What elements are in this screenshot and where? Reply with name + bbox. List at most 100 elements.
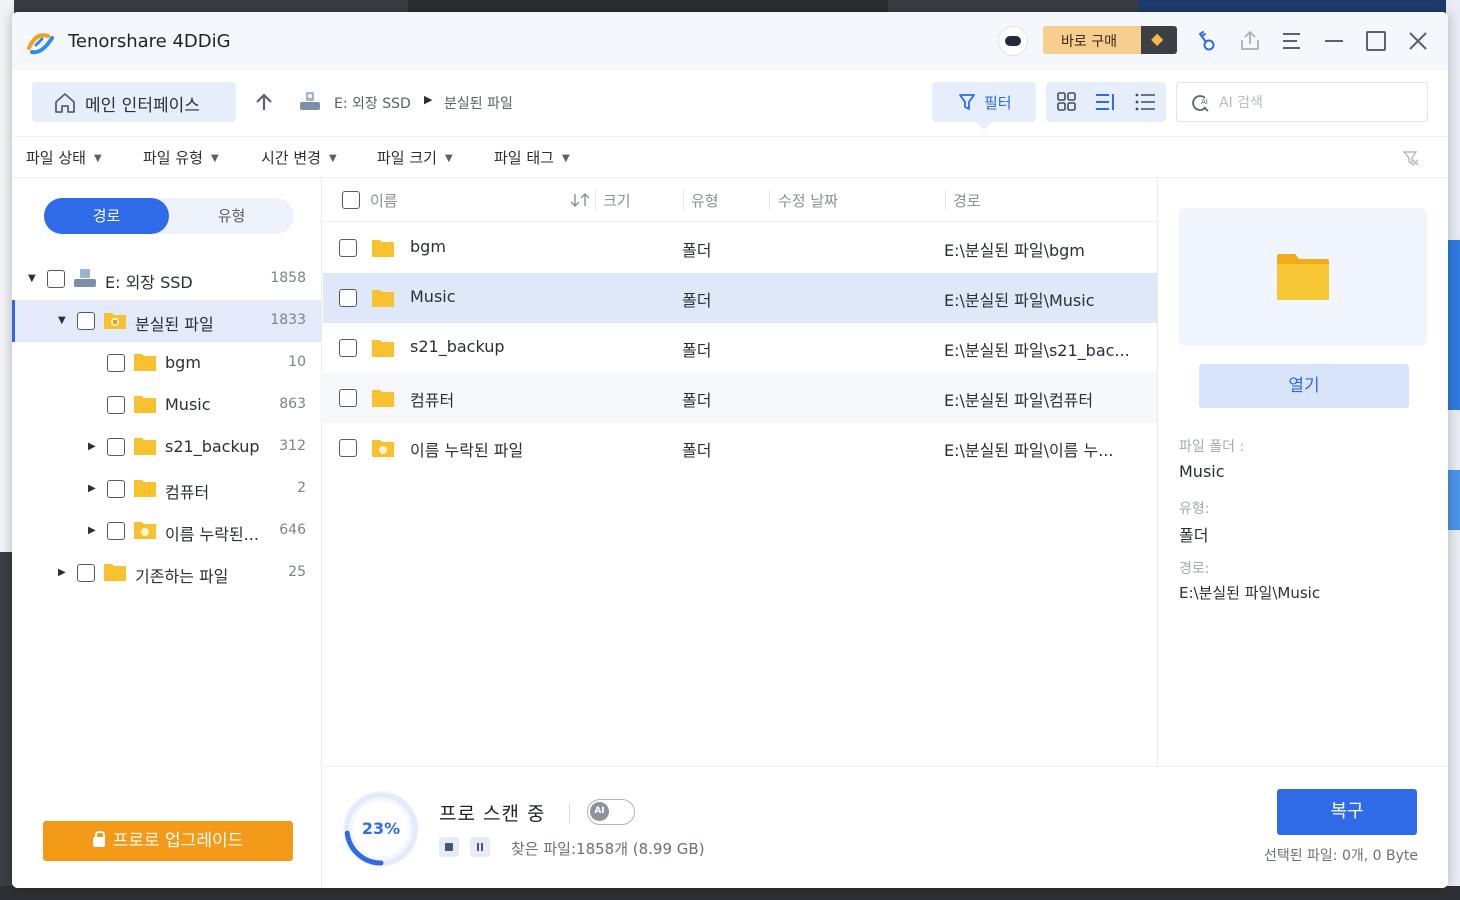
row-type: 폴더 xyxy=(682,391,712,410)
ai-search-input[interactable] xyxy=(1219,92,1419,114)
buy-now-button[interactable]: 바로 구매 xyxy=(1043,26,1177,54)
checkbox[interactable] xyxy=(107,396,125,414)
checkbox[interactable] xyxy=(47,270,65,288)
dropdown-label: 파일 상태 xyxy=(26,149,86,167)
list-view-icon[interactable] xyxy=(1134,92,1156,112)
column-divider[interactable] xyxy=(683,190,684,210)
collapsed-caret-icon[interactable]: ▶ xyxy=(58,567,66,578)
tree-item-existing-files[interactable]: ▶ 기존하는 파일 25 xyxy=(12,552,322,594)
type-label: 유형: xyxy=(1179,501,1210,517)
column-header-path[interactable]: 경로 xyxy=(953,190,981,211)
time-change-dropdown[interactable]: 시간 변경 ▼ xyxy=(261,147,337,168)
checkbox[interactable] xyxy=(77,564,95,582)
file-size-dropdown[interactable]: 파일 크기 ▼ xyxy=(377,147,453,168)
breadcrumb-drive[interactable]: E: 외장 SSD xyxy=(334,93,411,113)
select-all-checkbox[interactable] xyxy=(342,191,360,209)
tree-item-lost-files[interactable]: ▼ 분실된 파일 1833 xyxy=(12,300,322,342)
chevron-down-icon: ▼ xyxy=(210,153,219,164)
up-arrow-icon[interactable] xyxy=(252,90,276,114)
upgrade-to-pro-button[interactable]: 프로로 업그레이드 xyxy=(43,821,293,861)
tab-type[interactable]: 유형 xyxy=(169,198,294,234)
drive-icon xyxy=(74,269,96,287)
collapsed-caret-icon[interactable]: ▶ xyxy=(88,483,96,494)
tree-item-unnamed-files[interactable]: ▶ 이름 누락된... 646 xyxy=(12,510,322,552)
dropdown-label: 파일 유형 xyxy=(143,149,203,167)
column-header-name[interactable]: 이름 xyxy=(370,190,398,211)
chevron-down-icon: ▼ xyxy=(328,153,337,164)
key-icon[interactable] xyxy=(1192,27,1220,55)
checkbox[interactable] xyxy=(107,522,125,540)
row-checkbox[interactable] xyxy=(339,339,357,357)
tab-path[interactable]: 경로 xyxy=(44,198,169,234)
folder-icon xyxy=(104,564,126,581)
unnamed-folder-icon xyxy=(134,522,156,539)
app-title: Tenorshare 4DDiG xyxy=(68,31,231,52)
close-icon[interactable] xyxy=(1404,27,1432,55)
open-button[interactable]: 열기 xyxy=(1199,364,1409,408)
tree-item-music[interactable]: Music 863 xyxy=(12,384,322,426)
file-tag-dropdown[interactable]: 파일 태그 ▼ xyxy=(494,147,570,168)
row-checkbox[interactable] xyxy=(339,439,357,457)
table-row[interactable]: 컴퓨터 폴더 E:\분실된 파일\컴퓨터 xyxy=(323,373,1157,423)
maximize-icon[interactable] xyxy=(1362,27,1390,55)
table-header: 이름 크기 유형 수정 날짜 경로 xyxy=(323,178,1157,222)
filter-button[interactable]: 필터 xyxy=(932,82,1036,130)
ai-assistant-icon[interactable] xyxy=(998,26,1028,56)
clear-filter-icon[interactable] xyxy=(1402,149,1420,167)
checkbox[interactable] xyxy=(107,480,125,498)
divider xyxy=(569,803,570,823)
lock-icon xyxy=(92,831,105,847)
dropdown-label: 파일 크기 xyxy=(377,149,437,167)
share-icon[interactable] xyxy=(1236,27,1264,55)
home-button[interactable]: 메인 인터페이스 xyxy=(32,82,236,122)
lost-folder-icon xyxy=(104,313,126,329)
folder-icon xyxy=(372,290,394,307)
ai-toggle[interactable]: AI xyxy=(587,799,635,825)
folder-icon xyxy=(372,240,394,257)
progress-percent: 23% xyxy=(361,819,401,838)
breadcrumb-folder[interactable]: 분실된 파일 xyxy=(444,93,513,113)
collapsed-caret-icon[interactable]: ▶ xyxy=(88,441,96,452)
minimize-icon[interactable] xyxy=(1320,27,1348,55)
column-header-type[interactable]: 유형 xyxy=(691,190,719,211)
tree-item-label: 컴퓨터 xyxy=(165,483,210,502)
column-header-size[interactable]: 크기 xyxy=(603,190,631,211)
tree-item-count: 646 xyxy=(279,522,306,538)
expanded-caret-icon[interactable]: ▼ xyxy=(58,315,66,326)
pause-scan-button[interactable] xyxy=(470,837,490,857)
row-checkbox[interactable] xyxy=(339,289,357,307)
upgrade-label: 프로로 업그레이드 xyxy=(112,831,244,851)
table-row[interactable]: Music 폴더 E:\분실된 파일\Music xyxy=(323,273,1157,323)
checkbox[interactable] xyxy=(107,438,125,456)
file-status-dropdown[interactable]: 파일 상태 ▼ xyxy=(26,147,102,168)
row-name: 컴퓨터 xyxy=(410,391,455,410)
column-divider[interactable] xyxy=(945,190,946,210)
column-header-modified[interactable]: 수정 날짜 xyxy=(778,190,838,211)
tree-item-count: 1833 xyxy=(270,312,306,328)
recover-button[interactable]: 복구 xyxy=(1277,789,1417,835)
column-divider[interactable] xyxy=(769,190,770,210)
status-bar: 23% 프로 스캔 중 AI 찾은 파일:1858개 (8.99 GB) 복구 … xyxy=(323,766,1448,888)
stop-scan-button[interactable] xyxy=(439,837,459,857)
checkbox[interactable] xyxy=(107,354,125,372)
table-row[interactable]: s21_backup 폴더 E:\분실된 파일\s21_bac... xyxy=(323,323,1157,373)
collapsed-caret-icon[interactable]: ▶ xyxy=(88,525,96,536)
row-checkbox[interactable] xyxy=(339,239,357,257)
sort-icon[interactable] xyxy=(569,192,591,208)
row-checkbox[interactable] xyxy=(339,389,357,407)
tree-item-computer[interactable]: ▶ 컴퓨터 2 xyxy=(12,468,322,510)
tree-item-count: 25 xyxy=(288,564,306,580)
checkbox[interactable] xyxy=(77,312,95,330)
grid-view-icon[interactable] xyxy=(1056,92,1078,112)
tree-item-bgm[interactable]: bgm 10 xyxy=(12,342,322,384)
expanded-caret-icon[interactable]: ▼ xyxy=(28,273,36,284)
table-row[interactable]: 이름 누락된 파일 폴더 E:\분실된 파일\이름 누... xyxy=(323,423,1157,473)
tree-item-s21-backup[interactable]: ▶ s21_backup 312 xyxy=(12,426,322,468)
detail-view-icon[interactable] xyxy=(1095,92,1117,112)
column-divider[interactable] xyxy=(595,190,596,210)
file-type-dropdown[interactable]: 파일 유형 ▼ xyxy=(143,147,219,168)
tree-item-drive[interactable]: ▼ E: 외장 SSD 1858 xyxy=(12,258,322,300)
tree-item-label: Music xyxy=(165,395,211,414)
table-row[interactable]: bgm 폴더 E:\분실된 파일\bgm xyxy=(323,223,1157,273)
menu-icon[interactable] xyxy=(1278,27,1306,55)
